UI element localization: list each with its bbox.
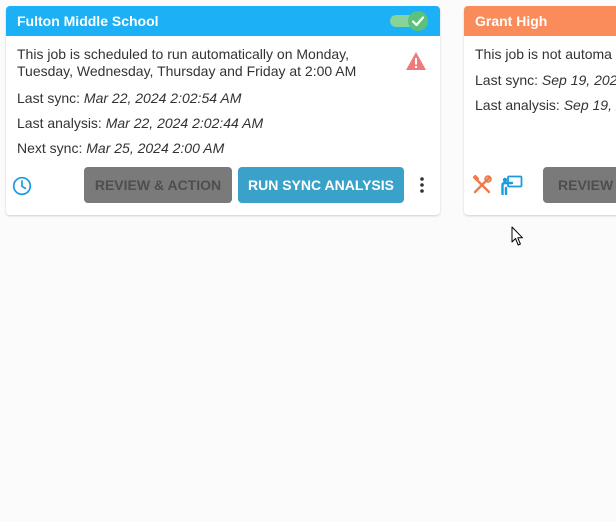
card-actions: REVIEW & ACTION RUN SYNC ANALYSIS	[6, 167, 440, 203]
toggle-knob	[408, 11, 428, 31]
last-analysis-value: Sep 19, 2	[563, 97, 616, 113]
schedule-description: This job is scheduled to run automatical…	[17, 46, 357, 79]
card-header: Grant High	[464, 6, 616, 36]
last-sync-row: Last sync: Mar 22, 2024 2:02:54 AM	[17, 90, 429, 107]
auto-run-toggle[interactable]	[390, 11, 428, 31]
clock-icon[interactable]	[12, 176, 32, 196]
review-action-button[interactable]: REVIEW &	[543, 167, 616, 203]
card-body: This job is not automa Last sync: Sep 19…	[464, 36, 616, 114]
last-analysis-value: Mar 22, 2024 2:02:44 AM	[105, 115, 264, 131]
card-header: Fulton Middle School	[6, 6, 440, 36]
job-card-grant: Grant High This job is not automa Last s…	[464, 6, 616, 215]
mouse-cursor-icon	[511, 226, 523, 246]
card-body: This job is scheduled to run automatical…	[6, 36, 440, 157]
last-analysis-label: Last analysis:	[17, 115, 102, 131]
schedule-description: This job is not automa	[475, 46, 612, 62]
last-sync-value: Mar 22, 2024 2:02:54 AM	[83, 90, 242, 106]
presenter-icon[interactable]	[501, 175, 523, 195]
card-title: Fulton Middle School	[17, 13, 159, 29]
tools-icon[interactable]	[472, 175, 492, 195]
warning-icon	[406, 52, 426, 70]
card-title: Grant High	[475, 13, 548, 29]
next-sync-value: Mar 25, 2024 2:00 AM	[86, 140, 225, 156]
checkmark-icon	[411, 16, 425, 27]
last-sync-value: Sep 19, 202	[541, 72, 616, 88]
next-sync-label: Next sync:	[17, 140, 83, 156]
next-sync-row: Next sync: Mar 25, 2024 2:00 AM	[17, 140, 429, 157]
last-analysis-label: Last analysis:	[475, 97, 560, 113]
last-analysis-row: Last analysis: Mar 22, 2024 2:02:44 AM	[17, 115, 429, 132]
card-actions: REVIEW &	[464, 167, 616, 203]
last-sync-label: Last sync:	[17, 90, 81, 106]
review-action-button[interactable]: REVIEW & ACTION	[84, 167, 232, 203]
run-sync-analysis-button[interactable]: RUN SYNC ANALYSIS	[238, 167, 404, 203]
last-sync-label: Last sync:	[475, 72, 539, 88]
job-card-fulton: Fulton Middle School This job is schedul…	[6, 6, 440, 215]
last-sync-row: Last sync: Sep 19, 202	[475, 72, 616, 89]
more-options-icon[interactable]	[420, 177, 424, 193]
last-analysis-row: Last analysis: Sep 19, 2	[475, 97, 616, 114]
